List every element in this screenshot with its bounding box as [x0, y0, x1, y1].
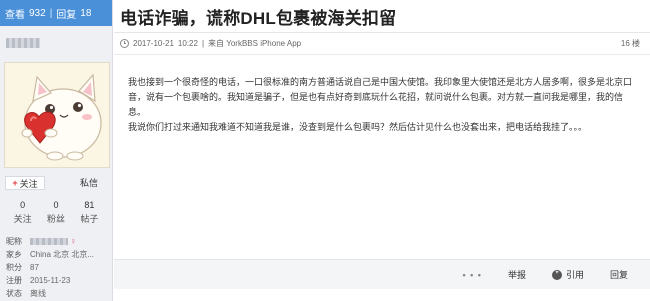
user-profile-info: 昵称 ♀ 家乡 China 北京 北京... 积分 87 注册 2015-11-…	[6, 235, 110, 300]
following-label: 关注	[13, 214, 32, 224]
thread-stats: 查看 932 | 回复 18	[0, 0, 112, 26]
post-paragraph-2: 我说你们打过来通知我难道不知道我是谁，没查到是什么包裹吗？然后估计见什么也没套出…	[128, 122, 588, 132]
profile-row-registered: 注册 2015-11-23	[6, 274, 110, 287]
profile-row-nickname: 昵称 ♀	[6, 235, 110, 248]
stats-separator: |	[49, 7, 53, 19]
profile-row-hometown: 家乡 China 北京 北京...	[6, 248, 110, 261]
post-action-bar: • • • 举报 ” 引用 回复	[114, 259, 650, 289]
post-content: 我也接到一个很奇怪的电话，一口很标准的南方普通话说自己是中国大使馆。我印象里大使…	[114, 55, 650, 135]
profile-row-points: 积分 87	[6, 261, 110, 274]
reply-button[interactable]: 回复	[610, 268, 628, 281]
following-count: 0	[20, 200, 26, 210]
quote-icon: ”	[551, 269, 562, 280]
female-icon: ♀	[70, 236, 77, 246]
user-counts: 0 关注 0 粉丝 81 帖子	[6, 200, 106, 225]
post-paragraph-1: 我也接到一个很奇怪的电话，一口很标准的南方普通话说自己是中国大使馆。我印象里大使…	[128, 77, 633, 117]
nickname-key: 昵称	[6, 237, 22, 246]
post-title-bar: 电话诈骗，谎称DHL包裹被海关扣留	[114, 0, 650, 33]
report-button[interactable]: 举报	[508, 268, 526, 281]
registered-value: 2015-11-23	[30, 276, 71, 285]
posts-stat[interactable]: 81 帖子	[80, 200, 98, 225]
post-date: 2017-10-21	[133, 39, 174, 48]
user-actions: + 关注 私信	[5, 176, 109, 190]
replies-count: 18	[80, 7, 92, 19]
avatar[interactable]	[4, 62, 110, 168]
following-stat[interactable]: 0 关注	[14, 200, 32, 225]
post-time: 10:22	[177, 39, 198, 48]
nickname-value-blurred: ♀	[30, 235, 77, 248]
hometown-key: 家乡	[6, 250, 22, 259]
username-blurred[interactable]	[6, 38, 40, 48]
post-title: 电话诈骗，谎称DHL包裹被海关扣留	[120, 8, 397, 28]
posts-label: 帖子	[80, 214, 99, 224]
author-sidebar: 查看 932 | 回复 18 + 关注 私信 0 关注 0 粉丝 81 帖子 昵…	[0, 0, 113, 301]
posts-count: 81	[84, 200, 95, 210]
fans-stat[interactable]: 0 粉丝	[47, 200, 65, 225]
hometown-value: China 北京 北京...	[30, 250, 95, 259]
meta-separator: |	[201, 39, 205, 48]
views-count: 932	[29, 7, 46, 19]
profile-row-status: 状态 离线	[6, 287, 110, 300]
fans-count: 0	[53, 200, 59, 210]
views-label: 查看	[5, 9, 25, 21]
post-main: 电话诈骗，谎称DHL包裹被海关扣留 2017-10-21 10:22 | 来自 …	[114, 0, 650, 301]
follow-label: 关注	[19, 178, 38, 189]
clock-icon	[120, 39, 129, 48]
registered-key: 注册	[6, 276, 22, 285]
status-value: 离线	[30, 289, 46, 298]
points-value: 87	[30, 263, 39, 272]
more-dots-icon[interactable]: • • •	[462, 270, 481, 280]
quote-button[interactable]: ” 引用	[551, 268, 584, 281]
post-floor[interactable]: 16 楼	[621, 38, 640, 49]
post-meta-left: 2017-10-21 10:22 | 来自 YorkBBS iPhone App	[120, 38, 301, 49]
private-message-button[interactable]: 私信	[69, 176, 109, 190]
post-meta: 2017-10-21 10:22 | 来自 YorkBBS iPhone App…	[114, 33, 650, 55]
post-source: 来自 YorkBBS iPhone App	[208, 39, 302, 48]
status-key: 状态	[6, 289, 22, 298]
fans-label: 粉丝	[46, 214, 65, 224]
avatar-cat-illustration	[21, 73, 102, 161]
quote-label: 引用	[565, 270, 584, 280]
points-key: 积分	[6, 263, 22, 272]
replies-label: 回复	[56, 9, 77, 21]
follow-button[interactable]: + 关注	[5, 176, 45, 190]
plus-icon: +	[12, 178, 18, 188]
